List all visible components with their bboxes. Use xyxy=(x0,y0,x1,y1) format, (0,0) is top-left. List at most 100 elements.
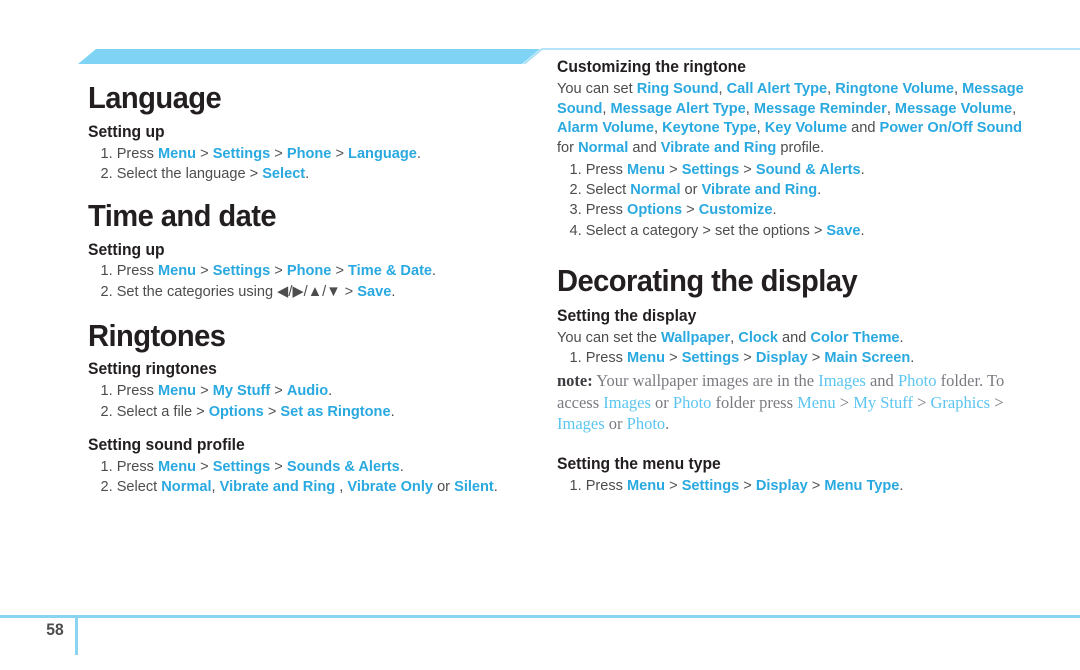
text-run: You can set xyxy=(557,79,637,97)
text-run: for xyxy=(557,139,579,157)
step-number: 3. xyxy=(569,201,586,219)
text-run: Photo xyxy=(626,414,666,434)
text-run: Press xyxy=(116,144,159,162)
text-run: Menu xyxy=(158,144,197,162)
step-text: Press Menu > Settings > Display > Menu T… xyxy=(586,477,904,494)
text-run: Audio xyxy=(286,382,329,400)
text-run: Keytone Type xyxy=(662,119,757,137)
step-item: 4. Select a category > set the options >… xyxy=(557,221,1027,241)
step-number: 1. xyxy=(100,382,117,400)
text-run: > xyxy=(196,382,213,400)
text-run: > xyxy=(196,262,213,280)
step-number: 4. xyxy=(569,221,586,239)
text-run: Settings xyxy=(681,349,740,367)
text-run: Phone xyxy=(286,262,332,280)
text-run: Customize xyxy=(698,201,773,219)
text-run: . xyxy=(305,164,310,182)
text-run: > xyxy=(196,144,213,162)
text-run: Time & Date xyxy=(348,262,433,280)
step-text: Press Menu > Settings > Sounds & Alerts. xyxy=(117,458,404,475)
text-run: > xyxy=(807,476,825,494)
text-run: Select xyxy=(116,478,162,496)
text-run: and xyxy=(777,329,811,347)
text-run: Images xyxy=(603,392,651,412)
text-run: Menu xyxy=(158,382,197,400)
text-run: . xyxy=(399,457,404,475)
section-title-ringtones: Ringtones xyxy=(88,317,226,353)
text-run: , xyxy=(718,79,727,97)
text-run: Sounds & Alerts xyxy=(286,457,400,475)
text-run: Save xyxy=(826,221,861,239)
step-item: 1. Press Menu > Settings > Sounds & Aler… xyxy=(88,457,525,477)
text-run: , xyxy=(335,478,348,496)
text-run: Alarm Volume xyxy=(557,119,654,137)
step-text: Press Menu > Settings > Phone > Language… xyxy=(117,145,421,162)
step-list-setting-the-menu-type: 1. Press Menu > Settings > Display > Men… xyxy=(557,476,1047,496)
text-run: Menu xyxy=(627,476,666,494)
text-run: > xyxy=(665,160,682,178)
subsection-setting-ringtones: Setting ringtones 1. Press Menu > My Stu… xyxy=(88,360,543,421)
text-run: Normal xyxy=(161,478,212,496)
text-run: . xyxy=(860,221,865,239)
customizing-intro-paragraph: You can set Ring Sound, Call Alert Type,… xyxy=(557,79,1027,158)
text-run: Call Alert Type xyxy=(726,79,828,97)
text-run: Normal xyxy=(630,181,681,199)
text-run: . xyxy=(432,262,437,280)
right-column: Customizing the ringtone You can set Rin… xyxy=(557,58,1047,496)
step-text: Press Options > Customize. xyxy=(586,201,777,218)
text-run: Select the language > xyxy=(116,164,263,182)
text-run: Photo xyxy=(672,392,712,412)
step-item: 2. Set the categories using ◀/▶/▲/▼ > Sa… xyxy=(88,282,525,302)
text-run: Silent xyxy=(454,478,494,496)
text-run: Images xyxy=(557,414,605,434)
step-number: 1. xyxy=(569,160,586,178)
subsection-heading-setting-sound-profile: Setting sound profile xyxy=(88,435,245,454)
text-run: , xyxy=(602,99,611,117)
step-number: 2. xyxy=(100,164,117,182)
text-run: . xyxy=(910,349,915,367)
subsection-setting-sound-profile: Setting sound profile 1. Press Menu > Se… xyxy=(88,436,543,497)
text-run: Ring Sound xyxy=(636,79,719,97)
text-run: and xyxy=(865,371,898,391)
text-run: > xyxy=(270,144,287,162)
text-run: and xyxy=(628,139,661,157)
step-number: 2. xyxy=(100,402,117,420)
step-number: 1. xyxy=(100,262,117,280)
text-run: Message Volume xyxy=(894,99,1013,117)
text-run: or xyxy=(680,181,702,199)
section-language: Language Setting up 1. Press Menu > Sett… xyxy=(88,81,543,184)
footer-tick xyxy=(75,615,78,655)
text-run: > xyxy=(340,282,358,300)
text-run: note: xyxy=(557,371,593,391)
text-run: Your wallpaper images are in the xyxy=(592,371,819,391)
section-title-time-and-date: Time and date xyxy=(88,197,277,233)
text-run: > xyxy=(331,144,349,162)
text-run: Power On/Off Sound xyxy=(879,119,1023,137)
text-run: . xyxy=(328,382,333,400)
text-run: Save xyxy=(357,282,392,300)
text-run: . xyxy=(416,144,421,162)
subsection-heading-setting-up: Setting up xyxy=(88,122,165,141)
text-run: Press xyxy=(585,201,628,219)
text-run: > xyxy=(270,262,287,280)
text-run: > xyxy=(807,349,825,367)
text-run: , xyxy=(1012,99,1017,117)
text-run: or xyxy=(433,478,455,496)
step-text: Select a file > Options > Set as Rington… xyxy=(117,403,395,420)
text-run: . xyxy=(391,282,396,300)
text-run: Normal xyxy=(578,139,629,157)
text-run: Display xyxy=(755,476,808,494)
text-run: Key Volume xyxy=(764,119,848,137)
page-number: 58 xyxy=(46,620,64,639)
left-column: Language Setting up 1. Press Menu > Sett… xyxy=(88,81,543,497)
step-item: 1. Press Menu > Settings > Phone > Langu… xyxy=(88,144,525,164)
text-run: , xyxy=(827,79,836,97)
step-item: 1. Press Menu > Settings > Sound & Alert… xyxy=(557,160,1027,180)
step-item: 1. Press Menu > Settings > Display > Mai… xyxy=(557,348,1027,368)
subsection-heading-setting-the-menu-type: Setting the menu type xyxy=(557,454,721,473)
text-run: Language xyxy=(348,144,417,162)
text-run: Select xyxy=(262,164,306,182)
text-run: , xyxy=(954,79,963,97)
subsection-heading-setting-ringtones: Setting ringtones xyxy=(88,360,217,379)
step-number: 2. xyxy=(569,181,586,199)
